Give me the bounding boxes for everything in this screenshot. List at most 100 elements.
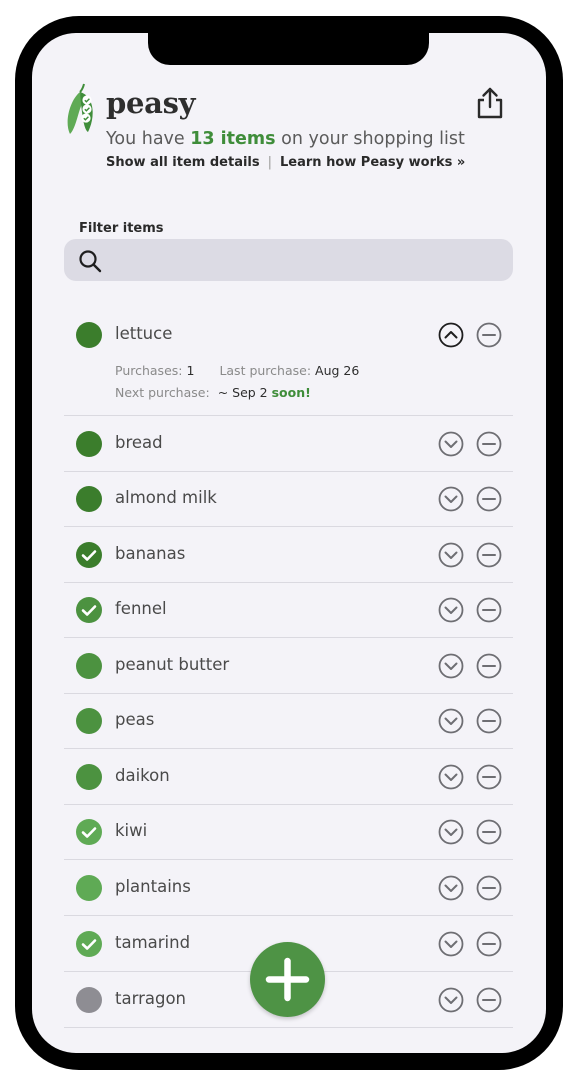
expand-details-button[interactable] xyxy=(438,987,464,1013)
minus-circle-icon xyxy=(476,486,502,512)
item-name: kiwi xyxy=(115,821,148,840)
remove-item-button[interactable] xyxy=(476,542,502,568)
chevron-down-icon xyxy=(438,931,464,957)
item-name: daikon xyxy=(115,766,170,785)
remove-item-button[interactable] xyxy=(476,597,502,623)
item-checkbox[interactable] xyxy=(76,486,102,512)
purchases-label: Purchases: xyxy=(115,363,183,378)
header-links: Show all item details | Learn how Peasy wo… xyxy=(106,155,465,170)
last-purchase-value: Aug 26 xyxy=(315,363,360,378)
expand-details-button[interactable] xyxy=(438,708,464,734)
next-purchase-label: Next purchase: xyxy=(115,385,210,400)
filter-input[interactable] xyxy=(110,245,504,277)
minus-circle-icon xyxy=(476,875,502,901)
minus-circle-icon xyxy=(476,431,502,457)
expand-details-button[interactable] xyxy=(438,597,464,623)
item-checkbox[interactable] xyxy=(76,764,102,790)
item-checkbox[interactable] xyxy=(76,875,102,901)
checkmark-icon xyxy=(81,605,97,616)
chevron-down-icon xyxy=(438,431,464,457)
minus-circle-icon xyxy=(476,708,502,734)
minus-circle-icon xyxy=(476,597,502,623)
chevron-down-icon xyxy=(438,764,464,790)
expand-details-button[interactable] xyxy=(438,486,464,512)
list-item: daikon xyxy=(64,749,513,805)
expand-details-button[interactable] xyxy=(438,875,464,901)
item-checkbox-checked[interactable] xyxy=(76,931,102,957)
item-checkbox-checked[interactable] xyxy=(76,597,102,623)
minus-circle-icon xyxy=(476,987,502,1013)
checkmark-icon xyxy=(81,827,97,838)
subtitle-suffix: on your shopping list xyxy=(275,129,465,149)
item-name: peas xyxy=(115,710,155,729)
plus-icon xyxy=(265,957,310,1002)
item-details-purchases: Purchases: 1 Last purchase: Aug 26 xyxy=(115,363,359,378)
chevron-down-icon xyxy=(438,875,464,901)
list-item: lettuce Purchases: 1 Last purchase: Aug 26… xyxy=(64,306,513,416)
minus-circle-icon xyxy=(476,653,502,679)
remove-item-button[interactable] xyxy=(476,486,502,512)
expand-details-button[interactable] xyxy=(438,764,464,790)
list-item: bread xyxy=(64,416,513,472)
purchases-value: 1 xyxy=(186,363,195,378)
item-count: 13 items xyxy=(190,129,276,149)
pea-pod-logo-icon xyxy=(67,83,93,134)
expand-details-button[interactable] xyxy=(438,931,464,957)
remove-item-button[interactable] xyxy=(476,987,502,1013)
item-checkbox[interactable] xyxy=(76,322,102,348)
remove-item-button[interactable] xyxy=(476,431,502,457)
add-item-button[interactable] xyxy=(250,942,325,1017)
list-item: bananas xyxy=(64,527,513,583)
learn-how-link[interactable]: Learn how Peasy works » xyxy=(280,155,465,170)
list-item: fennel xyxy=(64,583,513,638)
expand-details-button[interactable] xyxy=(438,819,464,845)
item-name: peanut butter xyxy=(115,655,230,674)
remove-item-button[interactable] xyxy=(476,653,502,679)
item-name: fennel xyxy=(115,599,167,618)
checkmark-icon xyxy=(81,550,97,561)
item-checkbox-checked[interactable] xyxy=(76,819,102,845)
app-title: peasy xyxy=(106,86,196,120)
expand-details-button[interactable] xyxy=(438,653,464,679)
item-details-next: Next purchase: ~ Sep 2 soon! xyxy=(115,385,311,400)
chevron-up-icon xyxy=(438,322,464,348)
filter-field[interactable] xyxy=(64,239,513,281)
link-separator: | xyxy=(267,155,273,170)
list-item: peas xyxy=(64,694,513,749)
list-item: peanut butter xyxy=(64,638,513,694)
item-name: tamarind xyxy=(115,933,191,952)
collapse-details-button[interactable] xyxy=(438,322,464,348)
chevron-down-icon xyxy=(438,542,464,568)
item-name: bananas xyxy=(115,544,186,563)
item-checkbox[interactable] xyxy=(76,987,102,1013)
show-all-details-link[interactable]: Show all item details xyxy=(106,155,260,170)
remove-item-button[interactable] xyxy=(476,322,502,348)
remove-item-button[interactable] xyxy=(476,708,502,734)
item-checkbox[interactable] xyxy=(76,653,102,679)
expand-details-button[interactable] xyxy=(438,542,464,568)
chevron-down-icon xyxy=(438,486,464,512)
chevron-down-icon xyxy=(438,653,464,679)
list-item: almond milk xyxy=(64,472,513,527)
item-checkbox[interactable] xyxy=(76,708,102,734)
phone-notch xyxy=(148,33,429,65)
checkmark-icon xyxy=(81,939,97,950)
item-checkbox[interactable] xyxy=(76,431,102,457)
item-count-summary: You have 13 items on your shopping list xyxy=(106,129,465,149)
minus-circle-icon xyxy=(476,322,502,348)
remove-item-button[interactable] xyxy=(476,875,502,901)
item-checkbox-checked[interactable] xyxy=(76,542,102,568)
chevron-down-icon xyxy=(438,987,464,1013)
minus-circle-icon xyxy=(476,931,502,957)
remove-item-button[interactable] xyxy=(476,764,502,790)
minus-circle-icon xyxy=(476,819,502,845)
remove-item-button[interactable] xyxy=(476,931,502,957)
share-icon[interactable] xyxy=(474,86,506,120)
soon-badge: soon! xyxy=(271,385,311,400)
expand-details-button[interactable] xyxy=(438,431,464,457)
list-item: plantains xyxy=(64,860,513,916)
remove-item-button[interactable] xyxy=(476,819,502,845)
subtitle-prefix: You have xyxy=(106,129,191,149)
minus-circle-icon xyxy=(476,542,502,568)
chevron-down-icon xyxy=(438,819,464,845)
